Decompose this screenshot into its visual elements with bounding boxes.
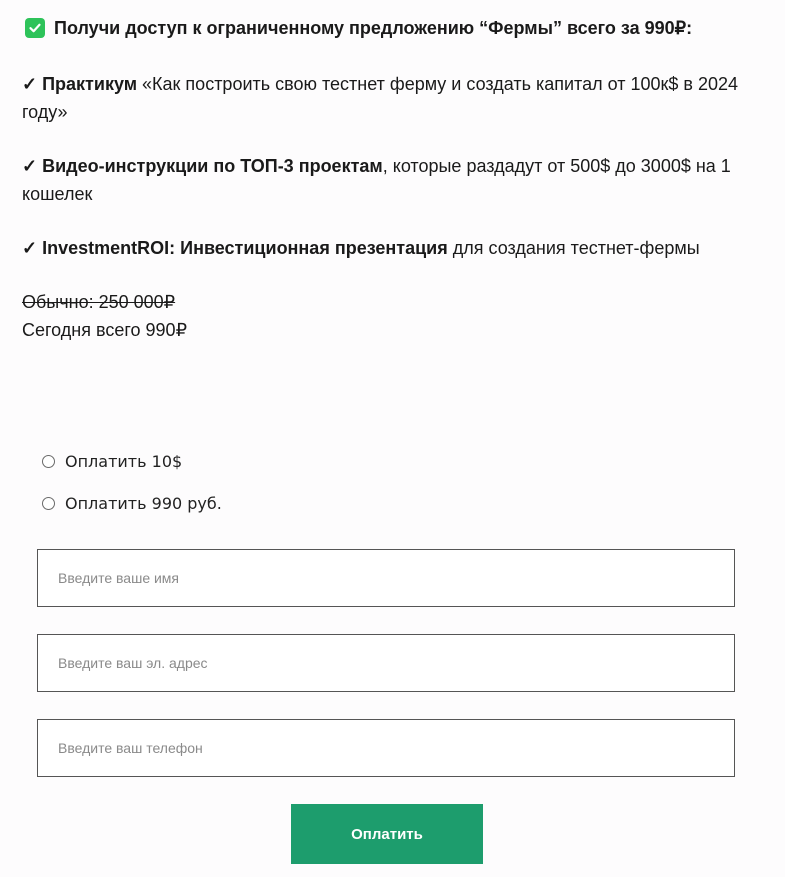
- name-field[interactable]: [38, 550, 734, 606]
- payment-option-label: Оплатить 10$: [65, 452, 183, 471]
- offer-item-presentation: ✓ InvestmentROI: Инвестиционная презента…: [22, 234, 772, 262]
- radio-button-icon[interactable]: [42, 455, 55, 468]
- check-mark-icon: ✓: [22, 156, 38, 176]
- offer-item-title: Практикум: [42, 74, 138, 94]
- price-block: Обычно: 250 000₽ Сегодня всего 990₽: [22, 288, 772, 344]
- offer-item-practicum: ✓ Практикум «Как построить свою тестнет …: [22, 70, 772, 126]
- name-field-wrapper: [37, 549, 735, 607]
- offer-headline: Получи доступ к ограниченному предложени…: [25, 12, 772, 44]
- old-price: Обычно: 250 000₽: [22, 292, 176, 312]
- check-mark-icon: ✓: [22, 238, 38, 258]
- offer-headline-text: Получи доступ к ограниченному предложени…: [54, 18, 693, 38]
- payment-option-rub[interactable]: Оплатить 990 руб.: [42, 494, 222, 513]
- offer-item-videos: ✓ Видео-инструкции по ТОП-3 проектам, ко…: [22, 152, 772, 208]
- payment-option-label: Оплатить 990 руб.: [65, 494, 222, 513]
- today-price: Сегодня всего 990₽: [22, 320, 188, 340]
- radio-button-icon[interactable]: [42, 497, 55, 510]
- email-field-wrapper: [37, 634, 735, 692]
- offer-item-text: для создания тестнет-фермы: [447, 238, 700, 258]
- phone-field-wrapper: [37, 719, 735, 777]
- pay-button[interactable]: Оплатить: [291, 804, 483, 864]
- email-field[interactable]: [38, 635, 734, 691]
- offer-section: Получи доступ к ограниченному предложени…: [22, 12, 772, 344]
- payment-option-usd[interactable]: Оплатить 10$: [42, 452, 182, 471]
- check-mark-icon: ✓: [22, 74, 38, 94]
- offer-item-title: Видео-инструкции по ТОП-3 проектам: [42, 156, 383, 176]
- checkbox-checked-icon: [25, 18, 45, 38]
- phone-field[interactable]: [38, 720, 734, 776]
- offer-item-title: InvestmentROI: Инвестиционная презентаци…: [42, 238, 448, 258]
